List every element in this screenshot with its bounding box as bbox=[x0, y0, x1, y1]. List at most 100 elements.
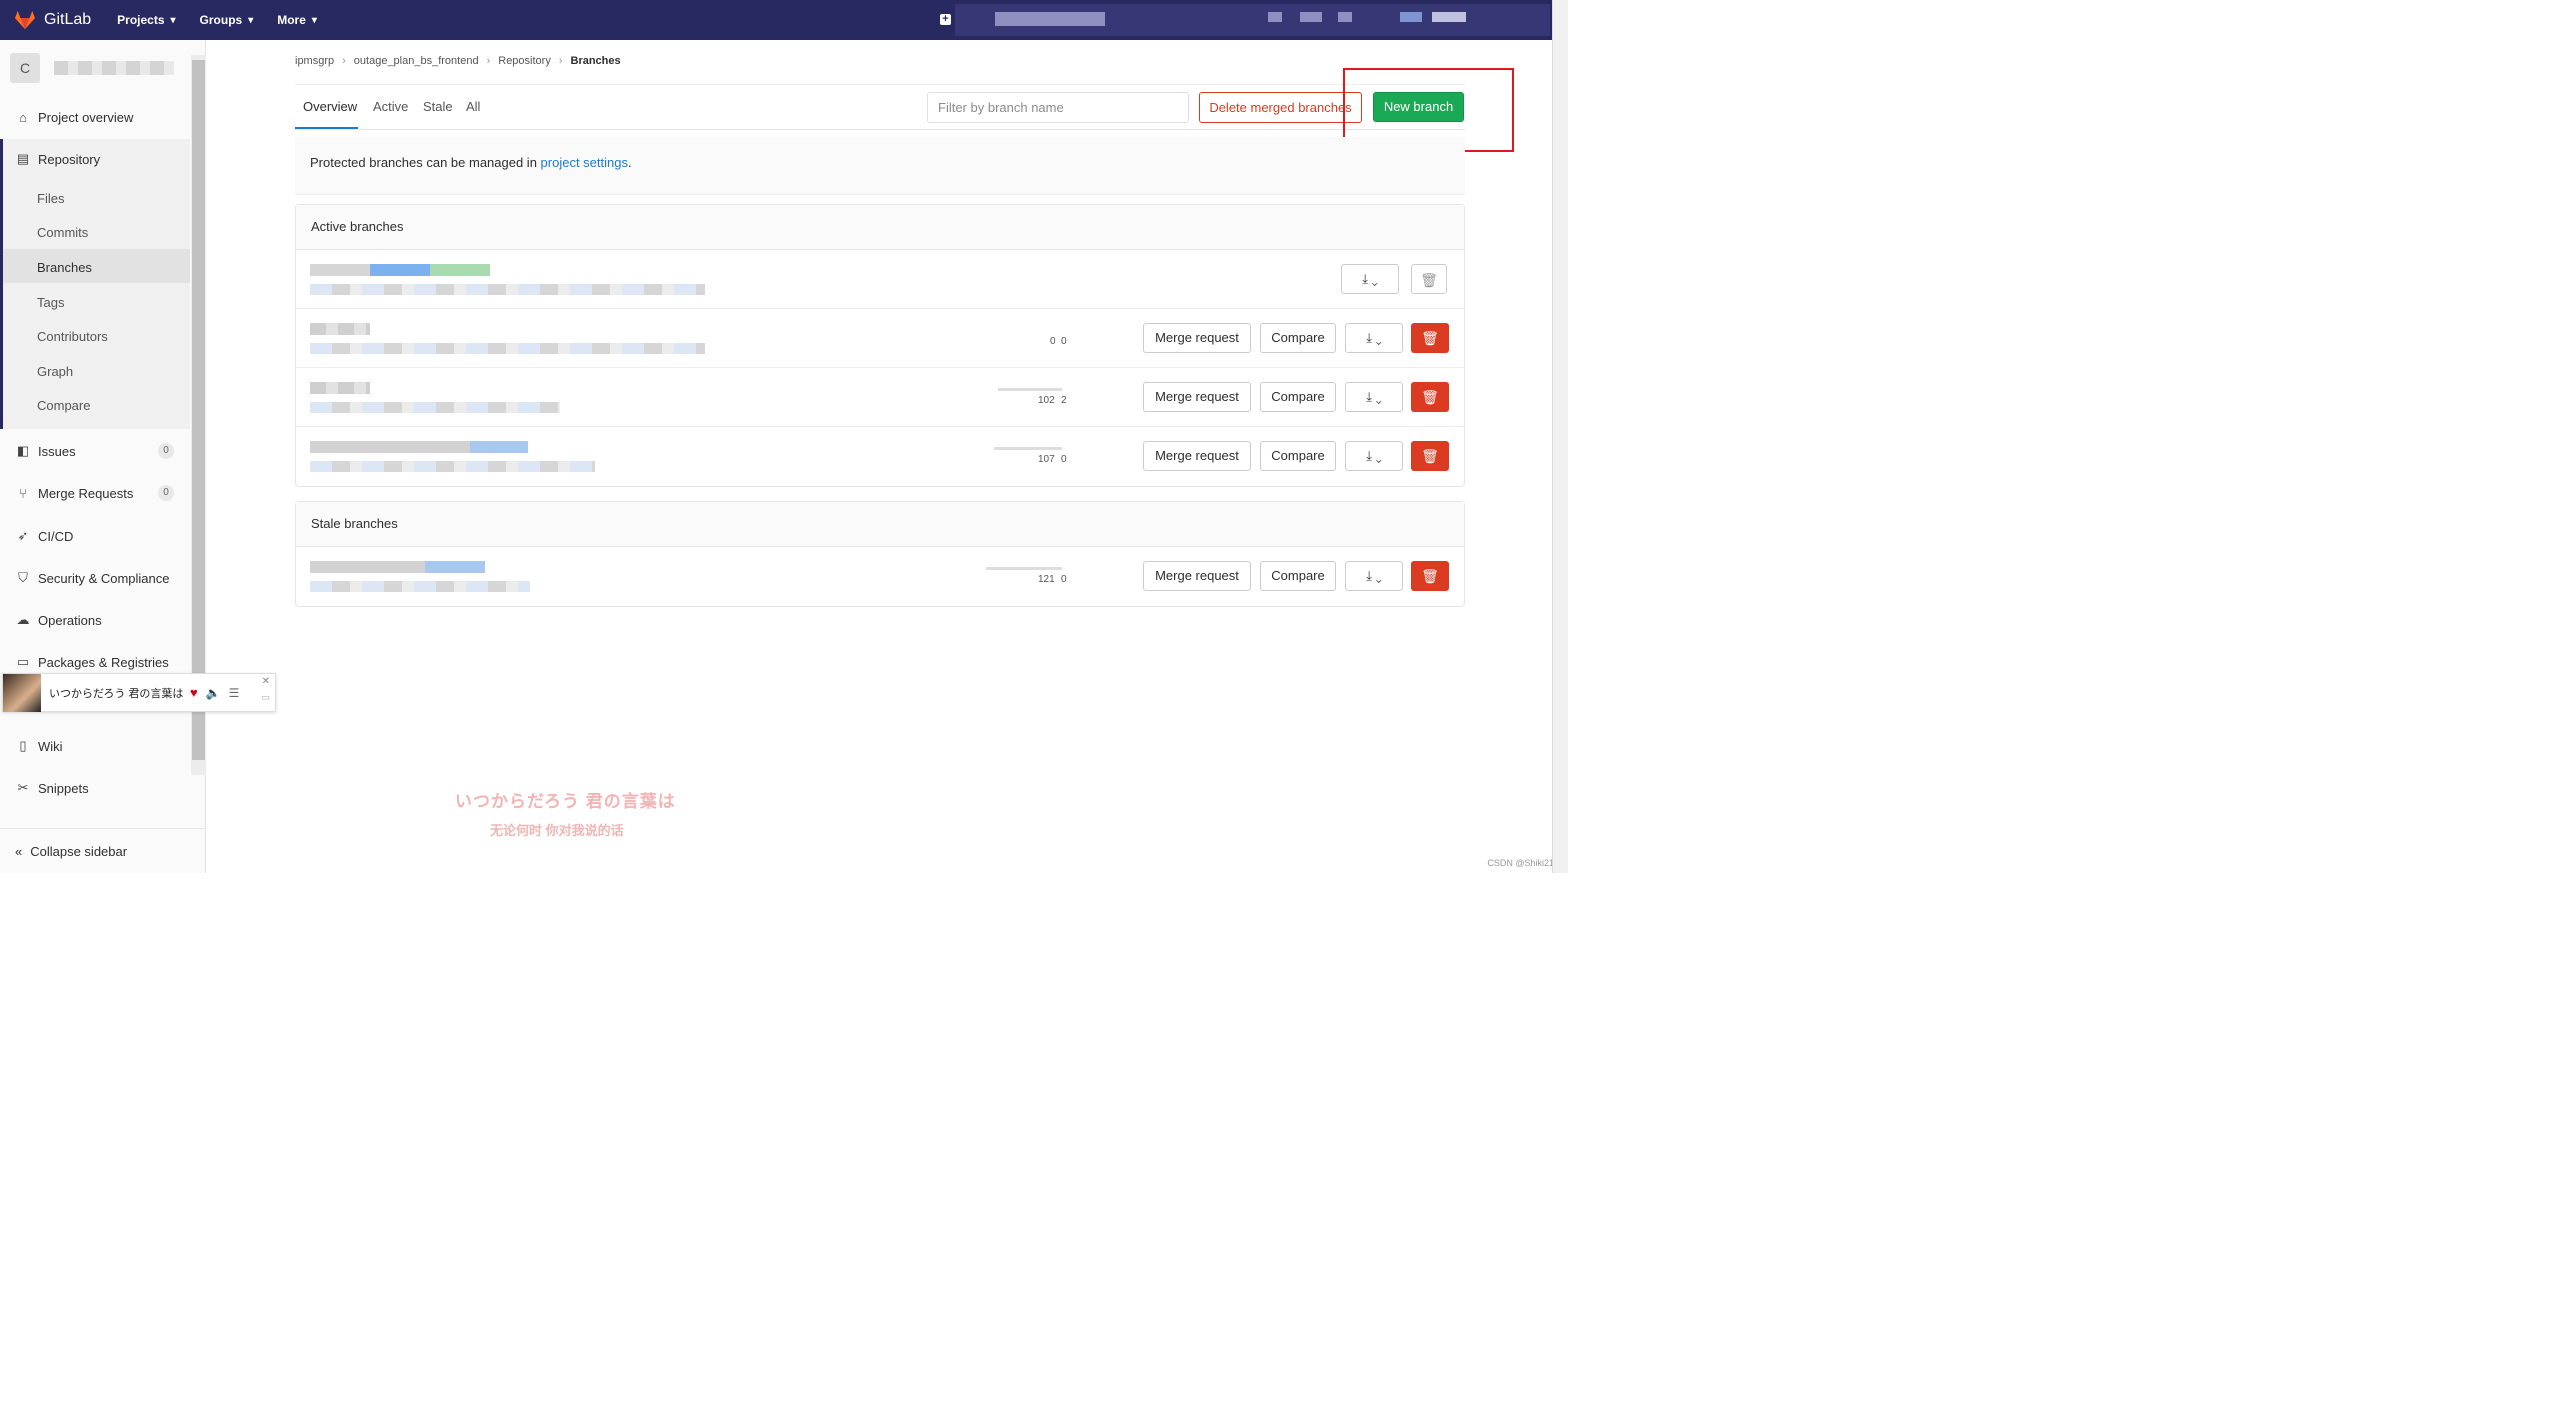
branch-row: 102 2 Merge request Compare ⤓ ⌄ 🗑 bbox=[296, 368, 1464, 427]
sidebar-subitem-contributors[interactable]: Contributors bbox=[37, 329, 108, 344]
branch-filter-input[interactable]: Filter by branch name bbox=[927, 92, 1189, 123]
chevron-right-icon: › bbox=[558, 55, 563, 67]
ahead-count: 0 bbox=[1061, 336, 1067, 347]
merge-request-button[interactable]: Merge request bbox=[1143, 323, 1251, 353]
sidebar-item-label: Issues bbox=[38, 443, 76, 459]
delete-branch-button[interactable]: 🗑 bbox=[1411, 441, 1449, 471]
download-dropdown[interactable]: ⤓ ⌄ bbox=[1341, 264, 1399, 294]
active-branches-title: Active branches bbox=[296, 205, 1464, 250]
document-icon: ▤ bbox=[16, 151, 30, 166]
breadcrumb-project[interactable]: outage_plan_bs_frontend bbox=[354, 55, 479, 67]
commit-info-blurred bbox=[310, 402, 560, 413]
chevron-down-icon: ⌄ bbox=[1375, 568, 1382, 583]
sidebar-subitem-compare[interactable]: Compare bbox=[37, 398, 90, 413]
volume-icon[interactable]: 🔈 bbox=[206, 686, 221, 700]
sidebar-scrollbar-thumb[interactable] bbox=[192, 60, 205, 760]
sidebar-item-label: Security & Compliance bbox=[38, 570, 170, 586]
chevron-down-icon: ▾ bbox=[248, 14, 254, 26]
download-dropdown[interactable]: ⤓ ⌄ bbox=[1345, 382, 1403, 412]
sidebar-item-issues[interactable]: ◧ Issues 0 bbox=[0, 434, 190, 468]
nav-groups[interactable]: Groups ▾ bbox=[200, 13, 254, 27]
sidebar-item-merge-requests[interactable]: ⑂ Merge Requests 0 bbox=[0, 476, 190, 510]
merge-request-button[interactable]: Merge request bbox=[1143, 441, 1251, 471]
close-icon[interactable]: ✕ bbox=[262, 676, 270, 687]
chevron-down-icon: ▾ bbox=[170, 14, 176, 26]
sidebar-subitem-graph[interactable]: Graph bbox=[37, 364, 73, 379]
minimize-icon[interactable]: ▭ bbox=[261, 692, 270, 703]
sidebar-item-label: Operations bbox=[38, 612, 102, 628]
stale-branches-title: Stale branches bbox=[296, 502, 1464, 547]
compare-button[interactable]: Compare bbox=[1260, 323, 1336, 353]
trash-icon: 🗑 bbox=[1421, 448, 1439, 464]
chevron-down-icon: ⌄ bbox=[1375, 389, 1382, 404]
tab-stale[interactable]: Stale bbox=[423, 99, 453, 114]
delete-branch-button[interactable]: 🗑 bbox=[1411, 323, 1449, 353]
sidebar-item-project-overview[interactable]: ⌂ Project overview bbox=[0, 100, 190, 134]
sidebar-subitem-files[interactable]: Files bbox=[37, 191, 64, 206]
sidebar-item-label: Wiki bbox=[38, 738, 63, 754]
sidebar-subitem-tags[interactable]: Tags bbox=[37, 295, 64, 310]
compare-button[interactable]: Compare bbox=[1260, 561, 1336, 591]
breadcrumb-repository[interactable]: Repository bbox=[498, 55, 551, 67]
delete-merged-branches-button[interactable]: Delete merged branches bbox=[1199, 92, 1362, 123]
breadcrumb-current[interactable]: Branches bbox=[571, 55, 621, 67]
music-player-widget[interactable]: いつからだろう 君の言葉は ♥ 🔈 ☰ ✕ ▭ bbox=[2, 673, 276, 712]
trash-icon: 🗑 bbox=[1421, 330, 1439, 346]
branch-row: 121 0 Merge request Compare ⤓ ⌄ 🗑 bbox=[296, 547, 1464, 606]
blurred-pixel bbox=[1268, 12, 1282, 22]
commit-info-blurred bbox=[310, 343, 705, 354]
download-dropdown[interactable]: ⤓ ⌄ bbox=[1345, 561, 1403, 591]
nav-groups-label: Groups bbox=[199, 13, 243, 27]
sidebar-item-security[interactable]: ⛉ Security & Compliance bbox=[0, 561, 190, 595]
rocket-icon: ➶ bbox=[17, 528, 29, 543]
playlist-icon[interactable]: ☰ bbox=[229, 686, 240, 700]
delete-branch-button[interactable]: 🗑 bbox=[1411, 382, 1449, 412]
sidebar-subitem-branches[interactable]: Branches bbox=[37, 260, 92, 275]
sidebar-item-operations[interactable]: ☁ Operations bbox=[0, 603, 190, 637]
tab-active[interactable]: Active bbox=[373, 99, 408, 114]
project-settings-link[interactable]: project settings bbox=[541, 155, 628, 170]
sidebar-item-wiki[interactable]: ▯ Wiki bbox=[0, 729, 190, 763]
new-plus-icon[interactable]: + bbox=[940, 14, 951, 25]
project-avatar: C bbox=[10, 53, 40, 83]
sidebar-item-label: Project overview bbox=[38, 109, 134, 125]
project-header[interactable]: C bbox=[10, 52, 174, 84]
sidebar-item-label: Snippets bbox=[38, 780, 89, 796]
sidebar-item-snippets[interactable]: ✂ Snippets bbox=[0, 771, 190, 805]
download-dropdown[interactable]: ⤓ ⌄ bbox=[1345, 323, 1403, 353]
compare-button[interactable]: Compare bbox=[1260, 382, 1336, 412]
breadcrumb-group[interactable]: ipmsgrp bbox=[295, 55, 334, 67]
tab-all[interactable]: All bbox=[466, 99, 480, 114]
sidebar-item-cicd[interactable]: ➶ CI/CD bbox=[0, 519, 190, 553]
nav-more[interactable]: More ▾ bbox=[277, 13, 317, 27]
double-chevron-left-icon: « bbox=[15, 843, 23, 859]
merge-request-button[interactable]: Merge request bbox=[1143, 382, 1251, 412]
collapse-sidebar-button[interactable]: « Collapse sidebar bbox=[0, 828, 206, 873]
delete-branch-button[interactable]: 🗑 bbox=[1411, 264, 1447, 294]
chevron-right-icon: › bbox=[486, 55, 491, 67]
app-name: GitLab bbox=[44, 11, 92, 28]
tab-overview[interactable]: Overview bbox=[303, 99, 357, 114]
sidebar-item-label: Packages & Registries bbox=[38, 654, 169, 670]
nav-projects-label: Projects bbox=[117, 13, 165, 27]
delete-branch-button[interactable]: 🗑 bbox=[1411, 561, 1449, 591]
sidebar-subitem-commits[interactable]: Commits bbox=[37, 225, 88, 240]
blurred-pixel bbox=[1300, 12, 1322, 22]
heart-icon[interactable]: ♥ bbox=[190, 685, 198, 700]
top-navbar: GitLab Projects ▾ Groups ▾ More ▾ + bbox=[0, 0, 1552, 40]
sidebar-item-repository[interactable]: ▤ Repository bbox=[0, 142, 190, 176]
merge-request-button[interactable]: Merge request bbox=[1143, 561, 1251, 591]
nav-projects[interactable]: Projects ▾ bbox=[117, 13, 175, 27]
scissors-icon: ✂ bbox=[17, 780, 29, 795]
divergence-bar bbox=[998, 388, 1062, 391]
behind-count: 102 bbox=[1038, 395, 1055, 406]
download-dropdown[interactable]: ⤓ ⌄ bbox=[1345, 441, 1403, 471]
branch-name-blurred bbox=[310, 323, 370, 335]
commit-info-blurred bbox=[310, 461, 595, 472]
compare-button[interactable]: Compare bbox=[1260, 441, 1336, 471]
page-scrollbar[interactable] bbox=[1552, 0, 1568, 873]
song-title: いつからだろう 君の言葉は bbox=[49, 687, 184, 700]
branch-name-blurred bbox=[310, 382, 370, 394]
gitlab-logo[interactable]: GitLab bbox=[14, 10, 91, 30]
project-name-blurred bbox=[54, 61, 174, 75]
